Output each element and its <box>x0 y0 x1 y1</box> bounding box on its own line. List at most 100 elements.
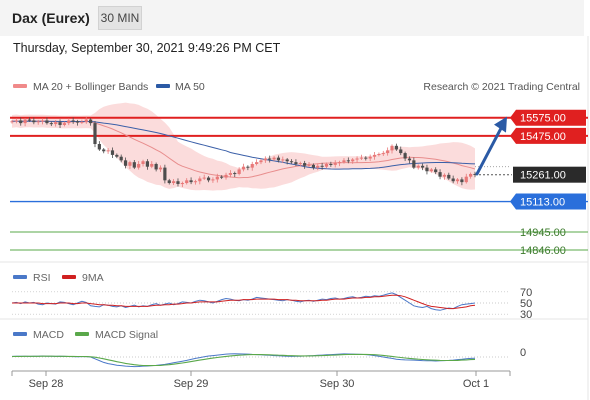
candle-body <box>311 164 315 168</box>
candle-body <box>451 178 455 182</box>
candle-body <box>241 166 246 170</box>
candle-body <box>58 122 62 125</box>
candle-body <box>202 177 206 179</box>
candle-body <box>342 160 346 163</box>
candle-body <box>386 150 390 154</box>
candle-body <box>158 167 163 170</box>
candle-body <box>224 174 228 178</box>
rsi-panel: 305070 <box>11 287 532 321</box>
forecast-arrow-shaft <box>475 121 506 176</box>
candle-body <box>36 121 40 123</box>
macd-tick-0: 0 <box>520 347 526 359</box>
candle-body <box>176 181 180 184</box>
price-legend: MA 20 + Bollinger Bands MA 50 Research ©… <box>13 81 580 93</box>
candle-body <box>54 122 58 125</box>
level-label-15475-00: 15475.00 <box>520 131 566 143</box>
ma50-legend-label: MA 50 <box>175 81 205 93</box>
rsi-line <box>11 292 476 311</box>
candle-body <box>62 123 67 125</box>
last-price-label: 15261.00 <box>520 170 566 182</box>
candle-body <box>237 169 241 174</box>
candle-body <box>150 163 154 167</box>
candle-body <box>32 120 36 123</box>
candle-body <box>420 165 425 168</box>
candle-body <box>329 163 333 165</box>
candle-body <box>71 120 75 122</box>
level-lines <box>10 116 588 251</box>
rsi-ma-legend-label: 9MA <box>82 272 104 284</box>
candle-body <box>259 160 263 163</box>
candle-body <box>180 183 184 185</box>
candle-body <box>84 119 88 122</box>
candle-body <box>246 166 250 168</box>
candle-body <box>316 165 320 168</box>
candle-body <box>289 161 294 163</box>
candle-body <box>399 149 403 154</box>
candle-body <box>23 119 27 124</box>
candle-body <box>172 181 176 184</box>
candle-body <box>228 173 232 175</box>
candle-body <box>320 165 324 167</box>
candle-body <box>355 158 359 160</box>
level-label-14945-00: 14945.00 <box>520 227 566 239</box>
x-tick-label: Sep 29 <box>174 378 209 390</box>
candle-body <box>368 156 372 159</box>
candle-body <box>215 176 219 180</box>
candle-body <box>298 163 302 165</box>
level-label-14846-00: 14846.00 <box>520 245 566 257</box>
candle-body <box>132 162 136 168</box>
candle-body <box>154 163 158 170</box>
candle-body <box>364 157 368 159</box>
rsi-tick-30: 30 <box>520 309 532 321</box>
candle-body <box>281 159 285 161</box>
x-tick-label: Sep 28 <box>29 378 64 390</box>
candle-body <box>141 161 145 164</box>
rsi-tick-50: 50 <box>520 298 532 310</box>
candle-body <box>27 119 32 121</box>
candle-body <box>206 177 211 181</box>
candle-body <box>272 157 276 160</box>
ma20-legend-label: MA 20 + Bollinger Bands <box>33 81 148 93</box>
candle-body <box>337 162 342 164</box>
candle-body <box>294 162 298 164</box>
candle-body <box>351 159 355 162</box>
candle-body <box>93 123 97 145</box>
candle-body <box>40 120 45 122</box>
chart-area: MA 20 + Bollinger Bands MA 50 Research ©… <box>0 36 589 400</box>
candle-body <box>381 153 385 155</box>
candle-body <box>442 174 447 177</box>
macd-legend: MACD MACD Signal <box>13 329 158 341</box>
candle-body <box>115 154 119 157</box>
candle-body <box>372 154 377 157</box>
macd-panel: 0 <box>11 347 526 368</box>
candle-body <box>403 153 407 159</box>
candle-body <box>285 159 289 162</box>
macd-legend-swatch <box>13 332 27 336</box>
candle-body <box>220 176 224 178</box>
candle-body <box>425 167 429 172</box>
last-price-line: 15261.00 <box>475 166 586 183</box>
candle-body <box>276 157 281 161</box>
candle-body <box>97 144 101 150</box>
level-labels: 15575.00 15475.00 15113.00 14945.00 14846.00 <box>510 109 586 257</box>
candle-body <box>250 163 254 168</box>
x-tick-label: Sep 30 <box>320 378 355 390</box>
candle-body <box>80 121 84 123</box>
candle-body <box>106 150 110 152</box>
ma50-legend-swatch <box>156 84 170 88</box>
candle-body <box>198 178 202 182</box>
candle-body <box>185 180 189 184</box>
candle-body <box>211 179 215 181</box>
candle-body <box>137 163 141 168</box>
candle-body <box>10 121 14 123</box>
candle-body <box>163 167 167 181</box>
macd-signal-legend-label: MACD Signal <box>95 329 158 341</box>
candle-body <box>407 158 412 161</box>
ma20-legend-swatch <box>13 84 27 88</box>
candle-body <box>89 119 93 124</box>
x-tick-label: Oct 1 <box>463 378 489 390</box>
candle-body <box>464 176 468 183</box>
x-axis: Sep 28 Sep 29 Sep 30 Oct 1 <box>11 370 511 390</box>
candle-body <box>324 163 329 167</box>
candle-body <box>455 179 460 182</box>
